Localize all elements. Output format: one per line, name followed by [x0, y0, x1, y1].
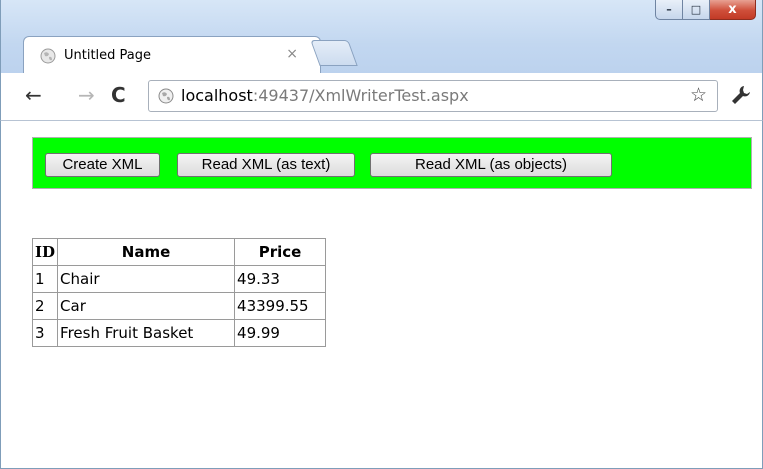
create-xml-button[interactable]: Create XML	[45, 153, 160, 177]
browser-toolbar: ← → C localhost:49437/XmlWriterTest.aspx…	[0, 73, 763, 121]
cell-id: 1	[31, 265, 59, 293]
forward-arrow-icon[interactable]: →	[78, 85, 95, 105]
read-xml-text-button[interactable]: Read XML (as text)	[177, 153, 355, 177]
cell-price: 49.99	[234, 319, 327, 347]
reload-icon[interactable]: C	[111, 85, 126, 105]
minimize-button[interactable]: –	[655, 0, 683, 20]
url-path: :49437/XmlWriterTest.aspx	[252, 86, 469, 105]
header-name: Name	[57, 238, 236, 266]
cell-id: 2	[31, 292, 59, 320]
products-table: ID Name Price 1 Chair 49.33 2 Car 43399.…	[31, 238, 327, 347]
cell-id: 3	[31, 319, 59, 347]
title-bar: – □ x Untitled Page ×	[0, 0, 763, 74]
table-row: 3 Fresh Fruit Basket 49.99	[31, 319, 327, 347]
page-info-icon[interactable]	[158, 88, 174, 104]
url-host: localhost	[181, 86, 253, 105]
page-content: Create XML Read XML (as text) Read XML (…	[0, 121, 763, 469]
table-row: 1 Chair 49.33	[31, 265, 327, 293]
tab-close-icon[interactable]: ×	[286, 46, 298, 62]
browser-window: – □ x Untitled Page × ← → C localhost:49…	[0, 0, 763, 469]
button-panel: Create XML Read XML (as text) Read XML (…	[32, 137, 752, 189]
table-header-row: ID Name Price	[31, 238, 327, 266]
minimize-icon: –	[666, 3, 672, 16]
header-price: Price	[234, 238, 327, 266]
url-text: localhost:49437/XmlWriterTest.aspx	[181, 86, 469, 105]
new-tab-button[interactable]	[310, 40, 358, 66]
cell-name: Fresh Fruit Basket	[57, 319, 236, 347]
maximize-icon: □	[690, 3, 702, 16]
table-row: 2 Car 43399.55	[31, 292, 327, 320]
globe-icon	[40, 48, 56, 64]
maximize-button[interactable]: □	[683, 0, 710, 20]
header-id: ID	[31, 238, 59, 266]
tab-title: Untitled Page	[64, 48, 152, 63]
cell-name: Car	[57, 292, 236, 320]
cell-price: 49.33	[234, 265, 327, 293]
back-arrow-icon[interactable]: ←	[25, 85, 42, 105]
read-xml-objects-button[interactable]: Read XML (as objects)	[370, 153, 612, 177]
bookmark-star-icon[interactable]: ☆	[690, 84, 707, 106]
window-controls: – □ x	[655, 0, 756, 22]
browser-tab[interactable]: Untitled Page ×	[23, 36, 321, 74]
close-window-button[interactable]: x	[710, 0, 756, 20]
wrench-icon[interactable]	[730, 84, 752, 106]
address-bar[interactable]: localhost:49437/XmlWriterTest.aspx ☆	[148, 80, 718, 112]
close-icon: x	[728, 2, 737, 17]
cell-name: Chair	[57, 265, 236, 293]
cell-price: 43399.55	[234, 292, 327, 320]
